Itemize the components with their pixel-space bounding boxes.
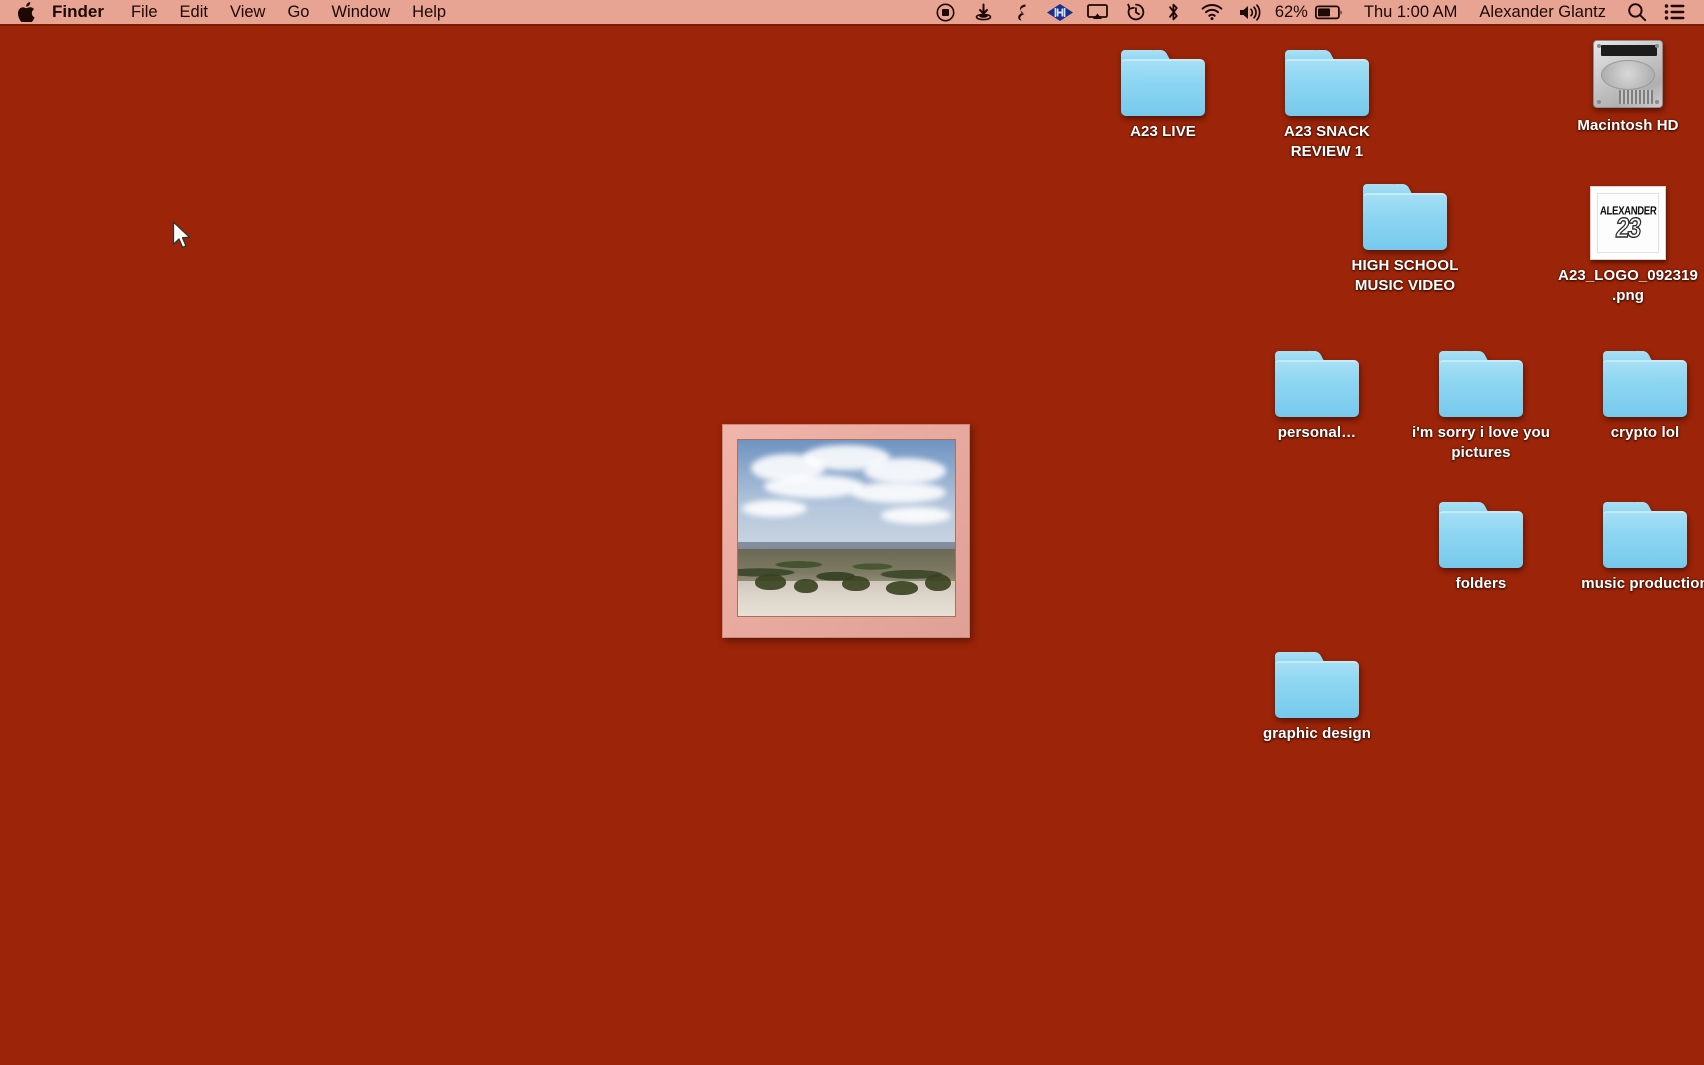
menu-bar-left: Finder File Edit View Go Window Help <box>14 0 457 25</box>
airplay-icon[interactable] <box>1079 0 1117 25</box>
desktop-icon-label: HIGH SCHOOL MUSIC VIDEO <box>1351 257 1459 294</box>
desktop-icon-label: Macintosh HD <box>1577 117 1679 134</box>
desktop-icon-folders[interactable]: folders <box>1408 490 1554 594</box>
desktop-icon-a23-logo-png[interactable]: ALEXANDER 23 A23_LOGO_092319 .png <box>1555 182 1701 306</box>
folder-icon <box>1244 339 1390 417</box>
desktop-icon-label: A23 SNACK REVIEW 1 <box>1284 123 1370 160</box>
desktop-icon-music-production[interactable]: music production <box>1572 490 1704 594</box>
menu-item-window[interactable]: Window <box>320 0 401 24</box>
image-file-icon: ALEXANDER 23 <box>1555 182 1701 260</box>
screen-recording-icon[interactable] <box>927 0 965 25</box>
menu-app-name[interactable]: Finder <box>52 0 120 24</box>
bluetooth-icon[interactable] <box>1155 0 1193 25</box>
menu-bar-user-name[interactable]: Alexander Glantz <box>1469 0 1618 24</box>
folder-icon <box>1572 339 1704 417</box>
desert-landscape-photo[interactable] <box>722 424 970 638</box>
desktop-icon-im-sorry-i-love-you-pictures[interactable]: i'm sorry i love you pictures <box>1408 339 1554 463</box>
volume-icon[interactable] <box>1231 0 1269 25</box>
photo-cloud <box>863 457 947 484</box>
menu-bar-status-area: 62% Thu 1:00 AM Alexander Glantz <box>927 0 1694 25</box>
photo-shrub <box>755 573 786 590</box>
desktop-icon-high-school-music-video[interactable]: HIGH SCHOOL MUSIC VIDEO <box>1332 172 1478 296</box>
folder-icon <box>1332 172 1478 250</box>
desktop-icon-label: folders <box>1455 575 1507 592</box>
desktop-icon-personal[interactable]: personal… <box>1244 339 1390 443</box>
search-icon[interactable] <box>1618 0 1656 25</box>
desktop-icon-crypto-lol[interactable]: crypto lol <box>1572 339 1704 443</box>
desktop-icon-a23-snack-review-1[interactable]: A23 SNACK REVIEW 1 <box>1254 38 1400 162</box>
apple-logo-icon[interactable] <box>14 0 38 25</box>
download-icon[interactable] <box>965 0 1003 25</box>
desktop-icon-label: personal… <box>1277 424 1357 441</box>
photo-image <box>737 439 956 617</box>
desktop-icon-graphic-design[interactable]: graphic design <box>1244 640 1390 744</box>
folder-icon <box>1090 38 1236 116</box>
battery-icon[interactable] <box>1310 0 1348 25</box>
desktop-icon-label: music production <box>1581 575 1704 592</box>
slack-icon[interactable] <box>1003 0 1041 25</box>
desktop-icon-label: A23_LOGO_092319 .png <box>1558 267 1698 304</box>
handshake-diamond-icon[interactable] <box>1041 0 1079 25</box>
desktop-icon-label: A23 LIVE <box>1130 123 1196 140</box>
menu-item-help[interactable]: Help <box>401 0 457 24</box>
desktop-icon-a23-live[interactable]: A23 LIVE <box>1090 38 1236 142</box>
desktop-icon-label: crypto lol <box>1610 424 1680 441</box>
photo-shrub <box>794 579 819 594</box>
menu-item-view[interactable]: View <box>219 0 276 24</box>
folder-icon <box>1408 490 1554 568</box>
control-center-icon[interactable] <box>1656 0 1694 25</box>
photo-cloud <box>764 475 864 499</box>
battery-percent-label[interactable]: 62% <box>1269 0 1310 24</box>
time-machine-icon[interactable] <box>1117 0 1155 25</box>
desktop-icon-macintosh-hd[interactable]: Macintosh HD <box>1555 32 1701 136</box>
logo-text-line2: 23 <box>1614 212 1642 244</box>
desktop-icon-label: graphic design <box>1262 725 1372 742</box>
mouse-pointer <box>172 221 194 251</box>
menu-bar-clock[interactable]: Thu 1:00 AM <box>1348 0 1470 24</box>
folder-icon <box>1244 640 1390 718</box>
photo-shrub <box>842 575 871 592</box>
wifi-icon[interactable] <box>1193 0 1231 25</box>
folder-icon <box>1254 38 1400 116</box>
menu-item-file[interactable]: File <box>120 0 169 24</box>
folder-icon <box>1572 490 1704 568</box>
folder-icon <box>1408 339 1554 417</box>
photo-shrub <box>885 580 919 595</box>
hard-drive-icon <box>1555 32 1701 110</box>
desktop-icon-label: i'm sorry i love you pictures <box>1411 424 1551 461</box>
menu-item-go[interactable]: Go <box>276 0 320 24</box>
photo-shrub <box>924 573 951 592</box>
menu-item-edit[interactable]: Edit <box>169 0 219 24</box>
menu-bar: Finder File Edit View Go Window Help 62%… <box>0 0 1704 26</box>
